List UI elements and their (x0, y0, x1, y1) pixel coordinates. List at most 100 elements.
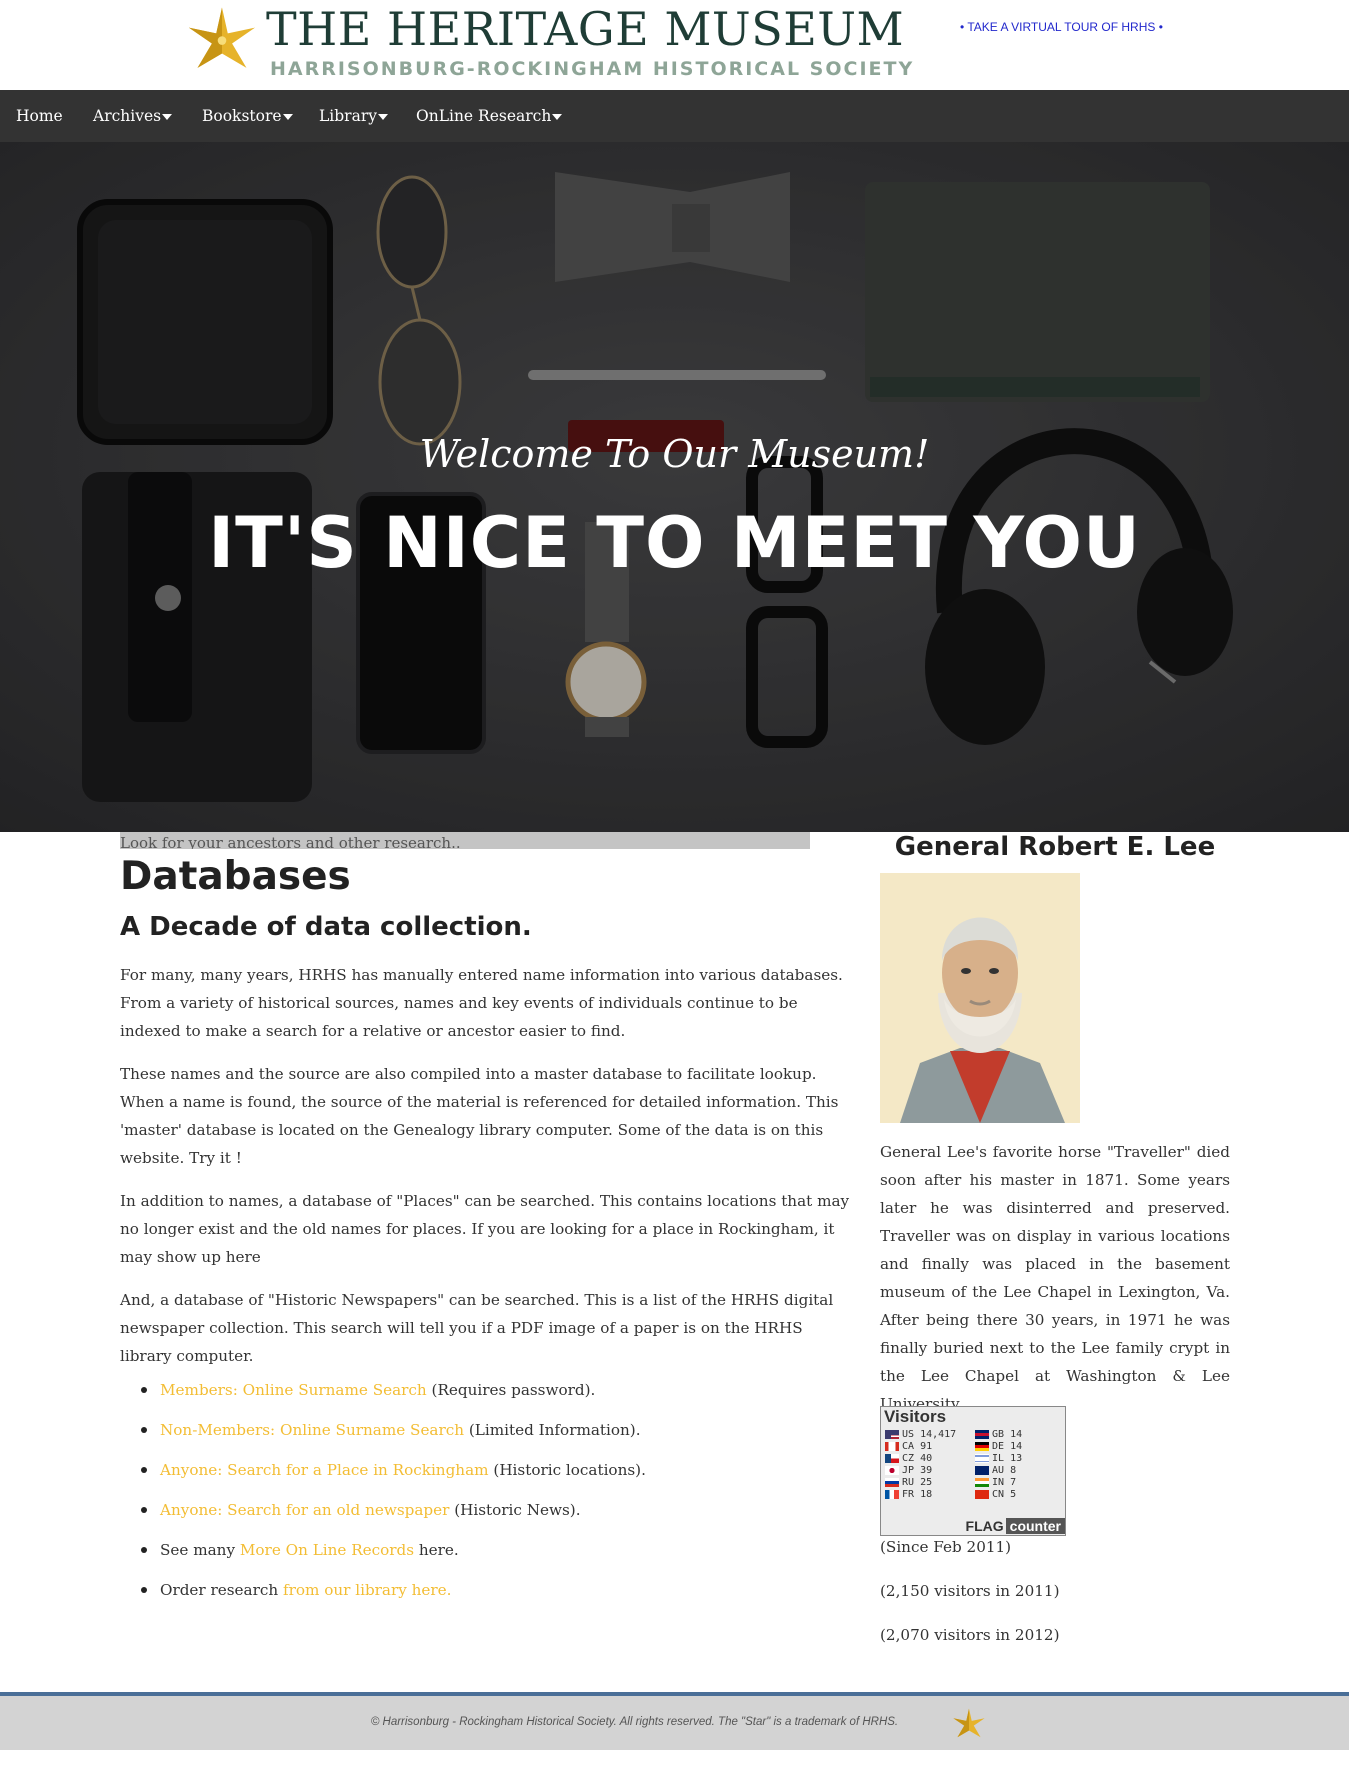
bullet-icon (141, 1587, 147, 1593)
flag-counter-widget[interactable]: Visitors US 14,417 CA 91 CZ 40 JP 39 RU … (880, 1406, 1066, 1536)
ru-flag-icon (885, 1477, 899, 1487)
nav-home-label: Home (16, 107, 63, 125)
list-item-suffix: (Historic News). (449, 1501, 581, 1519)
sidebar-title: General Robert E. Lee (894, 832, 1216, 862)
jp-flag-icon (885, 1465, 899, 1475)
list-item-prefix: See many (160, 1541, 240, 1559)
ancestor-search-input[interactable]: Look for your ancestors and other resear… (120, 832, 810, 849)
list-item: Anyone: Search for a Place in Rockingham… (120, 1456, 855, 1496)
flag-counter-row: FR 18 (885, 1488, 932, 1502)
visitor-count: 18 (920, 1489, 933, 1500)
site-title[interactable]: THE HERITAGE MUSEUM (266, 2, 904, 56)
main-nav: Home Archives Bookstore Library OnLine R… (0, 90, 1349, 142)
country-code: DE (992, 1441, 1005, 1452)
list-item: See many More On Line Records here. (120, 1536, 855, 1576)
non-members-surname-search-link[interactable]: Non-Members: Online Surname Search (160, 1421, 464, 1439)
country-code: GB (992, 1429, 1005, 1440)
country-code: IN (992, 1477, 1005, 1488)
gb-flag-icon (975, 1429, 989, 1439)
visitor-count: 5 (1010, 1489, 1017, 1500)
bullet-icon (141, 1387, 147, 1393)
list-item-suffix: (Limited Information). (464, 1421, 641, 1439)
virtual-tour-link[interactable]: • TAKE A VIRTUAL TOUR OF HRHS • (960, 20, 1163, 34)
since-note: (Since Feb 2011) (880, 1538, 1012, 1556)
order-research-link[interactable]: from our library here. (283, 1581, 452, 1599)
more-online-records-link[interactable]: More On Line Records (240, 1541, 414, 1559)
page-title: Databases (120, 854, 351, 899)
country-code: FR (902, 1489, 915, 1500)
bullet-icon (141, 1467, 147, 1473)
site-header: THE HERITAGE MUSEUM HARRISONBURG-ROCKING… (0, 0, 1349, 90)
hero-background-image (0, 142, 1349, 832)
il-flag-icon (975, 1453, 989, 1463)
copyright-text: © Harrisonburg - Rockingham Historical S… (370, 1716, 899, 1728)
visitor-count: 14 (1010, 1441, 1023, 1452)
visitor-count: 13 (1010, 1453, 1023, 1464)
visitor-count: 91 (920, 1441, 933, 1452)
flag-counter-row: CN 5 (975, 1488, 1016, 1502)
nav-bookstore-label: Bookstore (202, 107, 282, 125)
hero-banner: Welcome To Our Museum! IT'S NICE TO MEET… (0, 142, 1349, 832)
flag-counter-title: Visitors (884, 1407, 947, 1426)
master-database-paragraph: These names and the source are also comp… (120, 1065, 839, 1167)
visitor-count: 40 (920, 1453, 933, 1464)
list-item: Members: Online Surname Search (Requires… (120, 1376, 855, 1416)
us-flag-icon (885, 1429, 899, 1439)
members-surname-search-link[interactable]: Members: Online Surname Search (160, 1381, 427, 1399)
hero-subheading: Welcome To Our Museum! (419, 432, 930, 476)
bullet-icon (141, 1507, 147, 1513)
newspapers-paragraph: And, a database of "Historic Newspapers"… (120, 1291, 834, 1365)
list-item: Non-Members: Online Surname Search (Limi… (120, 1416, 855, 1456)
list-item-suffix: (Requires password). (426, 1381, 596, 1399)
list-item-suffix: (Historic locations). (488, 1461, 646, 1479)
country-code: RU (902, 1477, 915, 1488)
visitors-2011-note: (2,150 visitors in 2011) (880, 1582, 1060, 1600)
visitor-count: 25 (920, 1477, 933, 1488)
intro-paragraph: For many, many years, HRHS has manually … (120, 966, 843, 1040)
caret-down-icon (282, 114, 293, 120)
visitor-count: 7 (1010, 1477, 1017, 1488)
visitor-count: 14 (1010, 1429, 1023, 1440)
country-code: AU (992, 1465, 1005, 1476)
newspaper-search-link[interactable]: Anyone: Search for an old newspaper (160, 1501, 449, 1519)
star-logo-icon[interactable] (186, 6, 258, 78)
ca-flag-icon (885, 1441, 899, 1451)
list-item: Order research from our library here. (120, 1576, 855, 1616)
list-item: Anyone: Search for an old newspaper (His… (120, 1496, 855, 1536)
visitor-count: 14,417 (920, 1429, 957, 1440)
robert-e-lee-portrait (880, 873, 1080, 1123)
nav-bookstore[interactable]: Bookstore (202, 90, 293, 142)
bullet-icon (141, 1427, 147, 1433)
nav-archives-label: Archives (93, 107, 162, 125)
visitor-count: 8 (1010, 1465, 1017, 1476)
in-flag-icon (975, 1477, 989, 1487)
list-item-suffix: here. (414, 1541, 459, 1559)
visitors-2012-note: (2,070 visitors in 2012) (880, 1626, 1060, 1644)
traveller-story: General Lee's favorite horse "Traveller"… (880, 1143, 1230, 1413)
cz-flag-icon (885, 1453, 899, 1463)
nav-library-label: Library (319, 107, 377, 125)
caret-down-icon (552, 114, 563, 120)
country-code: US (902, 1429, 915, 1440)
caret-down-icon (378, 114, 388, 120)
country-code: JP (902, 1465, 915, 1476)
caret-down-icon (162, 114, 173, 120)
site-footer: © Harrisonburg - Rockingham Historical S… (0, 1692, 1349, 1750)
nav-home[interactable]: Home (16, 90, 63, 142)
country-code: IL (992, 1453, 1005, 1464)
page-subtitle: A Decade of data collection. (120, 912, 532, 942)
fr-flag-icon (885, 1489, 899, 1499)
list-item-prefix: Order research (160, 1581, 283, 1599)
places-paragraph: In addition to names, a database of "Pla… (120, 1192, 850, 1266)
nav-library[interactable]: Library (319, 90, 388, 142)
bullet-icon (141, 1547, 147, 1553)
cn-flag-icon (975, 1489, 989, 1499)
country-code: CZ (902, 1453, 915, 1464)
de-flag-icon (975, 1441, 989, 1451)
nav-online-research[interactable]: OnLine Research (416, 90, 563, 142)
country-code: CN (992, 1489, 1005, 1500)
site-subtitle: HARRISONBURG-ROCKINGHAM HISTORICAL SOCIE… (270, 58, 915, 80)
nav-archives[interactable]: Archives (93, 90, 173, 142)
flag-counter-logo: FLAG counter (966, 1517, 1065, 1535)
place-search-link[interactable]: Anyone: Search for a Place in Rockingham (160, 1461, 489, 1479)
